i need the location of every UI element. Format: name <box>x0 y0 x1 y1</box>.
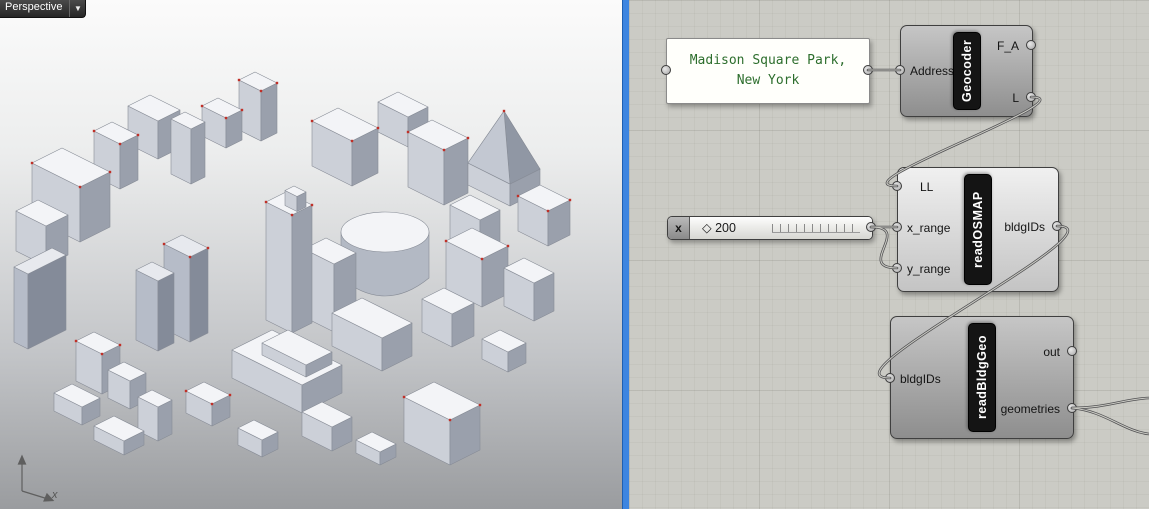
readbldggeo-output-out[interactable]: out <box>1043 344 1060 360</box>
cplane-axis-gizmo: x <box>8 447 78 503</box>
viewport-title: Perspective <box>5 1 63 13</box>
readosmap-input-xrange[interactable]: x_range <box>907 220 950 236</box>
geocoder-fa-nub[interactable] <box>1026 40 1036 50</box>
wire-geometries-out-b[interactable] <box>1070 406 1149 436</box>
readosmap-bldgids-nub[interactable] <box>1052 221 1062 231</box>
readbldggeo-component[interactable]: bldgIDs readBldgGeo out geometries <box>890 316 1074 439</box>
chevron-down-icon: ▼ <box>74 4 82 13</box>
panel-text-line2: New York <box>736 73 800 88</box>
readosmap-output-bldgids[interactable]: bldgIDs <box>1004 219 1045 235</box>
readosmap-yrange-nub[interactable] <box>892 263 902 273</box>
readosmap-input-yrange[interactable]: y_range <box>907 261 950 277</box>
panel-input-nub[interactable] <box>661 65 671 75</box>
slider-value: 200 <box>715 221 736 235</box>
axis-arrows-icon <box>17 454 55 502</box>
readbldggeo-out-nub[interactable] <box>1067 346 1077 356</box>
application-window: Perspective ▼ x Madison Square Park, New… <box>0 0 1149 509</box>
viewport-menu-button[interactable]: ▼ <box>69 0 85 17</box>
wire-slider-to-yrange[interactable] <box>870 226 898 269</box>
panel-text-line1: Madison Square Park, <box>689 52 847 68</box>
rhino-viewport[interactable]: Perspective ▼ x <box>0 0 622 509</box>
viewport-3d-scene <box>13 71 572 466</box>
slider-output-nub[interactable] <box>866 222 876 232</box>
geocoder-input-address[interactable]: Address <box>910 63 954 79</box>
readosmap-ll-nub[interactable] <box>892 181 902 191</box>
geocoder-name-capsule: Geocoder <box>952 32 981 110</box>
readbldggeo-name-capsule: readBldgGeo <box>968 323 996 432</box>
readosmap-xrange-nub[interactable] <box>892 222 902 232</box>
wire-slider-to-yrange[interactable] <box>869 225 899 270</box>
readbldggeo-bldgids-nub[interactable] <box>885 373 895 383</box>
wire-geometries-out-a[interactable] <box>1070 396 1149 410</box>
axis-x-label: x <box>52 489 58 501</box>
geocoder-output-l[interactable]: L <box>1012 90 1019 106</box>
readbldggeo-geometries-nub[interactable] <box>1067 403 1077 413</box>
grasshopper-canvas[interactable]: Madison Square Park, New York Address Ge… <box>629 0 1149 509</box>
readbldggeo-input-bldgids[interactable]: bldgIDs <box>900 371 941 387</box>
wire-geometries-out-b[interactable] <box>1071 407 1149 435</box>
readbldggeo-output-geometries[interactable]: geometries <box>1001 401 1060 417</box>
panel-output-nub[interactable] <box>863 65 873 75</box>
readosmap-component[interactable]: LL x_range y_range readOSMAP bldgIDs <box>897 167 1059 292</box>
geocoder-address-nub[interactable] <box>895 65 905 75</box>
text-panel-component[interactable]: Madison Square Park, New York <box>666 38 870 104</box>
geocoder-l-nub[interactable] <box>1026 92 1036 102</box>
slider-name: x <box>668 217 690 239</box>
slider-track[interactable]: ◇ 200 <box>690 217 872 239</box>
geocoder-output-fa[interactable]: F_A <box>997 38 1019 54</box>
slider-grip-icon[interactable]: ◇ <box>702 221 712 235</box>
slider-ticks <box>772 224 860 233</box>
viewport-title-tab[interactable]: Perspective ▼ <box>0 0 87 18</box>
number-slider[interactable]: x ◇ 200 <box>667 216 873 240</box>
readosmap-input-ll[interactable]: LL <box>920 179 933 195</box>
wire-geometries-out-a[interactable] <box>1071 397 1149 409</box>
readosmap-name-capsule: readOSMAP <box>964 174 992 285</box>
geocoder-component[interactable]: Address Geocoder F_A L <box>900 25 1033 117</box>
